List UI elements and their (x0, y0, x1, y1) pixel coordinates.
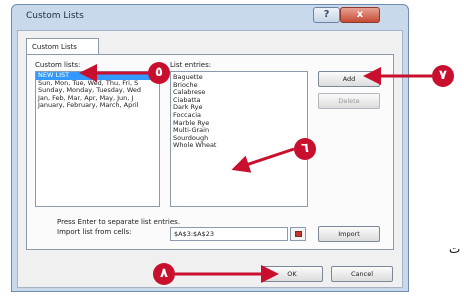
side-text-fragment: ت (449, 242, 461, 256)
step-badge-6: ٦ (294, 138, 316, 160)
step-badge-5: ٥ (148, 62, 170, 84)
arrow-step-6 (231, 147, 295, 173)
step-badge-8: ٨ (153, 263, 175, 285)
step-badge-7: ٧ (432, 65, 454, 87)
callout-arrows (79, 64, 432, 283)
